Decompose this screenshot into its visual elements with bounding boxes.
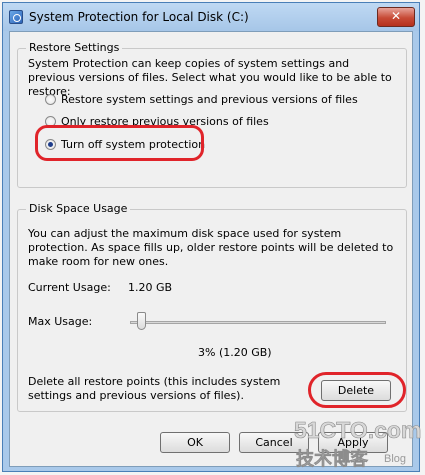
restore-settings-label: Restore Settings	[26, 41, 123, 54]
close-icon: ✕	[390, 9, 402, 23]
ok-button[interactable]: OK	[160, 432, 230, 453]
system-protection-icon	[9, 10, 23, 24]
current-usage-label: Current Usage:	[28, 281, 111, 294]
max-usage-readout: 3% (1.20 GB)	[198, 346, 272, 359]
max-usage-slider-thumb[interactable]	[137, 312, 147, 330]
close-button[interactable]: ✕	[377, 7, 415, 27]
dialog-window: System Protection for Local Disk (C:) ✕ …	[2, 2, 420, 472]
radio-label: Restore system settings and previous ver…	[61, 92, 358, 106]
cancel-button[interactable]: Cancel	[239, 432, 309, 453]
window-title: System Protection for Local Disk (C:)	[29, 10, 249, 24]
disk-space-description: You can adjust the maximum disk space us…	[28, 227, 394, 268]
apply-button[interactable]: Apply	[318, 432, 388, 453]
max-usage-slider-track[interactable]	[130, 321, 386, 324]
delete-description: Delete all restore points (this includes…	[28, 375, 281, 402]
radio-restore-all[interactable]: Restore system settings and previous ver…	[45, 91, 358, 107]
title-bar[interactable]: System Protection for Local Disk (C:) ✕	[3, 3, 419, 31]
current-usage-value: 1.20 GB	[128, 281, 173, 294]
disk-space-label: Disk Space Usage	[26, 202, 131, 215]
highlight-annotation	[308, 372, 406, 408]
highlight-annotation	[35, 125, 204, 161]
radio-button[interactable]	[45, 93, 56, 105]
dialog-content: Restore Settings System Protection can k…	[9, 31, 413, 467]
max-usage-label: Max Usage:	[28, 315, 93, 328]
